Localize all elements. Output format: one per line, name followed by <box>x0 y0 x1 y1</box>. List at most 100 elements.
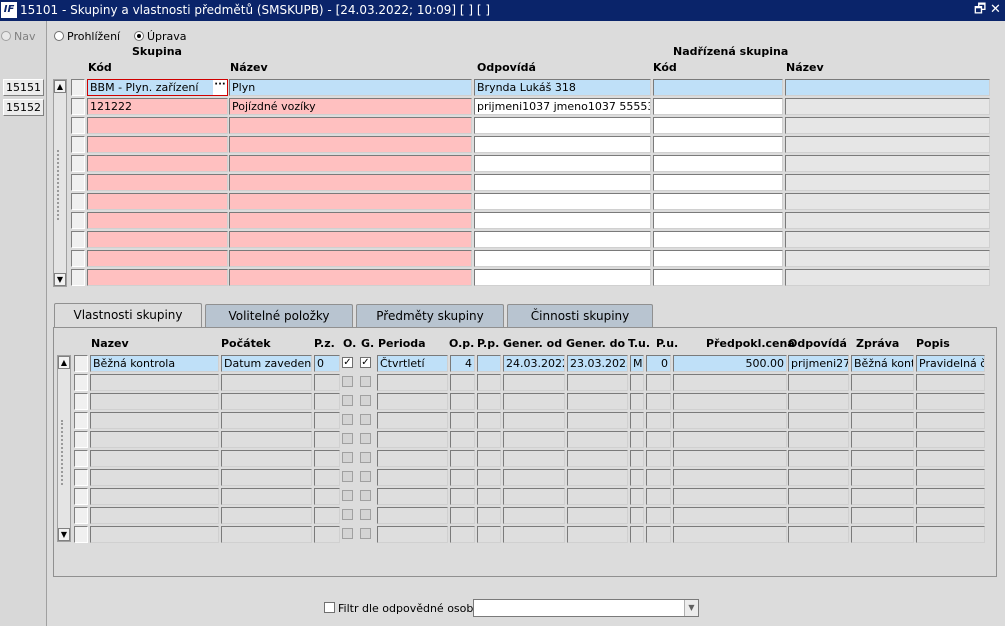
edit-mode-radio[interactable]: Úprava <box>134 30 187 43</box>
cell-popis[interactable] <box>916 393 985 410</box>
cell-perioda[interactable] <box>377 374 448 391</box>
cell-odpovida[interactable] <box>474 212 651 229</box>
cell-op[interactable] <box>450 507 475 524</box>
checkbox-g[interactable] <box>360 376 371 387</box>
cell-pu[interactable] <box>646 393 671 410</box>
cell-op[interactable]: 4 <box>450 355 475 372</box>
cell-perioda[interactable] <box>377 526 448 543</box>
cell-pp[interactable] <box>477 355 501 372</box>
checkbox-g[interactable] <box>360 395 371 406</box>
cell-zprava[interactable] <box>851 412 914 429</box>
cell-pu[interactable]: 0 <box>646 355 671 372</box>
row-selector[interactable] <box>71 231 85 248</box>
cell-cena[interactable] <box>673 450 787 467</box>
cell-op[interactable] <box>450 526 475 543</box>
cell-pp[interactable] <box>477 488 501 505</box>
cell-zprava[interactable] <box>851 450 914 467</box>
cell-gen-od[interactable] <box>503 507 565 524</box>
cell-nazev[interactable] <box>229 269 472 286</box>
filter-checkbox[interactable] <box>324 602 335 613</box>
cell-tu[interactable] <box>630 526 644 543</box>
cell-nazev[interactable] <box>229 212 472 229</box>
cell-kod[interactable] <box>87 269 228 286</box>
side-button-15151[interactable]: 15151 <box>3 79 44 96</box>
cell-op[interactable] <box>450 374 475 391</box>
tab-vlastnosti-skupiny[interactable]: Vlastnosti skupiny <box>54 303 202 329</box>
cell-pocatek[interactable] <box>221 412 312 429</box>
cell-zprava[interactable] <box>851 488 914 505</box>
cell-gen-do[interactable] <box>567 488 628 505</box>
cell-nazev[interactable] <box>90 431 219 448</box>
row-selector[interactable] <box>74 507 88 524</box>
cell-zprava[interactable] <box>851 507 914 524</box>
responsible-person-combo[interactable]: ▼ <box>473 599 699 617</box>
row-selector[interactable] <box>74 526 88 543</box>
cell-odpovida[interactable] <box>788 450 849 467</box>
cell-tu[interactable] <box>630 412 644 429</box>
cell-parent-nazev[interactable] <box>785 250 990 267</box>
row-selector[interactable] <box>71 98 85 115</box>
checkbox-g[interactable]: ✓ <box>360 357 371 368</box>
cell-pp[interactable] <box>477 450 501 467</box>
cell-pp[interactable] <box>477 469 501 486</box>
checkbox-o[interactable] <box>342 395 353 406</box>
cell-odpovida[interactable]: prijmeni1037 jmeno1037 55553992 <box>474 98 651 115</box>
cell-gen-od[interactable] <box>503 450 565 467</box>
cell-popis[interactable] <box>916 526 985 543</box>
cell-pu[interactable] <box>646 412 671 429</box>
side-button-15152[interactable]: 15152 <box>3 99 44 116</box>
cell-zprava[interactable] <box>851 374 914 391</box>
cell-zprava[interactable] <box>851 469 914 486</box>
scroll-down-icon[interactable]: ▼ <box>54 273 66 286</box>
cell-pp[interactable] <box>477 431 501 448</box>
cell-cena[interactable] <box>673 431 787 448</box>
cell-perioda[interactable] <box>377 412 448 429</box>
cell-gen-od[interactable] <box>503 469 565 486</box>
cell-nazev[interactable] <box>90 507 219 524</box>
cell-pz[interactable] <box>314 412 340 429</box>
cell-pu[interactable] <box>646 469 671 486</box>
cell-gen-do[interactable] <box>567 469 628 486</box>
cell-cena[interactable] <box>673 507 787 524</box>
cell-pz[interactable] <box>314 507 340 524</box>
cell-pz[interactable] <box>314 431 340 448</box>
cell-op[interactable] <box>450 450 475 467</box>
cell-gen-do[interactable] <box>567 526 628 543</box>
cell-pu[interactable] <box>646 450 671 467</box>
cell-zprava[interactable] <box>851 431 914 448</box>
radio-selected-icon[interactable] <box>134 31 144 41</box>
checkbox-o[interactable]: ✓ <box>342 357 353 368</box>
cell-gen-do[interactable] <box>567 450 628 467</box>
row-selector[interactable] <box>71 193 85 210</box>
row-selector[interactable] <box>71 212 85 229</box>
cell-tu[interactable] <box>630 507 644 524</box>
cell-perioda[interactable] <box>377 469 448 486</box>
cell-odpovida[interactable] <box>788 374 849 391</box>
cell-pu[interactable] <box>646 488 671 505</box>
cell-odpovida[interactable] <box>474 136 651 153</box>
cell-gen-do[interactable] <box>567 431 628 448</box>
cell-odpovida[interactable] <box>474 155 651 172</box>
cell-zprava[interactable] <box>851 526 914 543</box>
cell-nazev[interactable] <box>90 488 219 505</box>
cell-odpovida[interactable] <box>474 250 651 267</box>
cell-kod[interactable] <box>87 136 228 153</box>
browse-mode-radio[interactable]: Prohlížení <box>54 30 120 43</box>
cell-gen-do[interactable] <box>567 412 628 429</box>
checkbox-g[interactable] <box>360 490 371 501</box>
cell-parent-kod[interactable] <box>653 117 783 134</box>
row-selector[interactable] <box>74 431 88 448</box>
row-selector[interactable] <box>74 469 88 486</box>
close-window-icon[interactable]: ✕ <box>990 2 1001 18</box>
cell-odpovida[interactable] <box>474 231 651 248</box>
row-selector[interactable] <box>71 155 85 172</box>
scroll-down-icon[interactable]: ▼ <box>58 528 70 541</box>
cell-perioda[interactable] <box>377 488 448 505</box>
cell-cena[interactable] <box>673 374 787 391</box>
cell-nazev[interactable] <box>229 250 472 267</box>
cell-cena[interactable] <box>673 469 787 486</box>
row-selector[interactable] <box>74 450 88 467</box>
row-selector[interactable] <box>71 136 85 153</box>
cell-odpovida[interactable]: Brynda Lukáš 318 <box>474 79 651 96</box>
cell-nazev[interactable]: Běžná kontrola <box>90 355 219 372</box>
